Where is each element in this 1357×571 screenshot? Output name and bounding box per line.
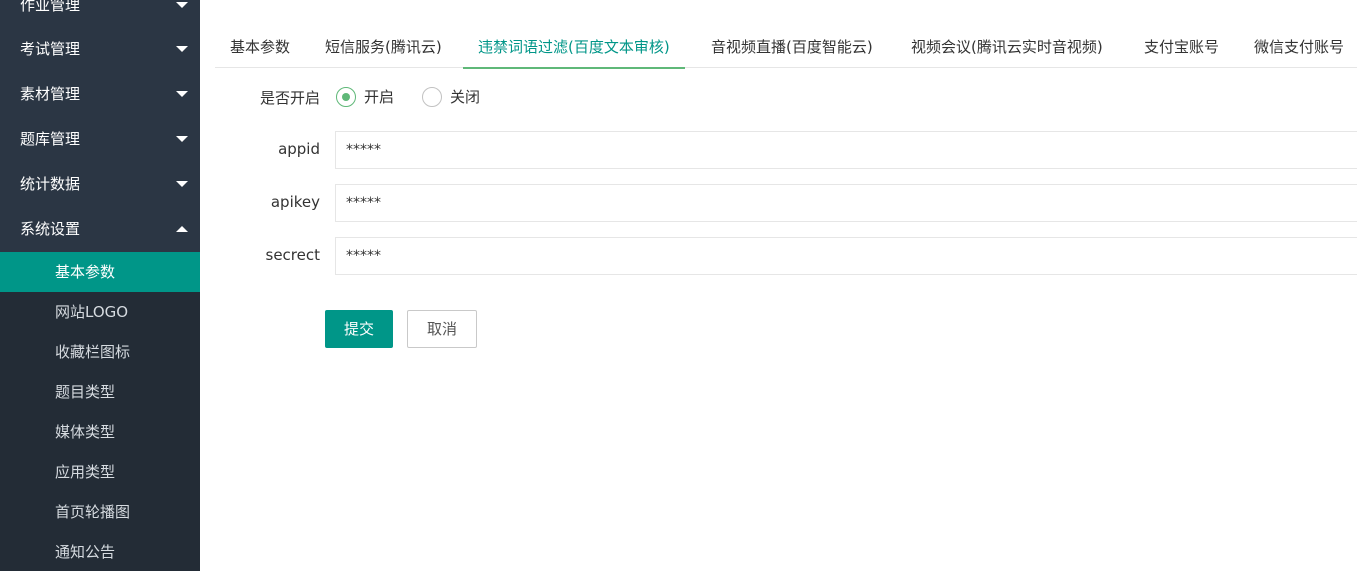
tab-wechat-pay-account[interactable]: 微信支付账号 <box>1254 28 1344 68</box>
form-row-appid: appid <box>215 131 1357 169</box>
chevron-down-icon <box>176 46 188 52</box>
enable-label: 是否开启 <box>259 89 320 107</box>
tab-video-conference[interactable]: 视频会议(腾讯云实时音视频) <box>911 28 1103 68</box>
sidebar-group-label: 考试管理 <box>20 40 81 58</box>
radio-enable-off-label: 关闭 <box>450 88 481 106</box>
tab-sms-service[interactable]: 短信服务(腾讯云) <box>325 28 442 68</box>
radio-enable-off[interactable]: 关闭 <box>422 86 480 107</box>
radio-unchecked-icon <box>422 86 442 107</box>
sidebar-group-label: 统计数据 <box>20 175 81 193</box>
radio-checked-icon <box>336 86 356 107</box>
secret-input[interactable] <box>335 237 1357 275</box>
sidebar-group-system-settings[interactable]: 系统设置 <box>0 207 200 252</box>
radio-enable-on[interactable]: 开启 <box>336 86 394 107</box>
radio-enable-on-label: 开启 <box>364 88 395 106</box>
apikey-label: apikey <box>270 193 320 211</box>
tab-basic-params[interactable]: 基本参数 <box>230 28 290 68</box>
sidebar-group-homework[interactable]: 作业管理 <box>0 0 200 28</box>
sidebar-item-home-carousel[interactable]: 首页轮播图 <box>0 492 200 532</box>
sidebar-item-announcements[interactable]: 通知公告 <box>0 532 200 571</box>
sidebar-item-basic-params[interactable]: 基本参数 <box>0 252 200 292</box>
tab-alipay-account[interactable]: 支付宝账号 <box>1144 28 1219 68</box>
sidebar-group-label: 素材管理 <box>20 85 81 103</box>
system-settings-submenu: 基本参数 网站LOGO 收藏栏图标 题目类型 媒体类型 应用类型 首页轮播图 通… <box>0 252 200 571</box>
sidebar-item-favicon[interactable]: 收藏栏图标 <box>0 332 200 372</box>
chevron-down-icon <box>176 2 188 8</box>
sidebar-group-label: 作业管理 <box>20 0 81 14</box>
tab-forbidden-words-filter[interactable]: 违禁词语过滤(百度文本审核) <box>463 28 685 69</box>
submit-button[interactable]: 提交 <box>325 310 393 348</box>
appid-label: appid <box>278 140 320 158</box>
cancel-button[interactable]: 取消 <box>407 310 477 348</box>
sidebar-item-media-types[interactable]: 媒体类型 <box>0 412 200 452</box>
sidebar-item-app-types[interactable]: 应用类型 <box>0 452 200 492</box>
sidebar-group-label: 系统设置 <box>20 220 81 238</box>
apikey-input[interactable] <box>335 184 1357 222</box>
secret-label: secrect <box>265 246 321 264</box>
appid-input[interactable] <box>335 131 1357 169</box>
sidebar-group-statistics[interactable]: 统计数据 <box>0 162 200 207</box>
sidebar: 作业管理 考试管理 素材管理 题库管理 统计数据 系统设置 基本参数 网站LOG… <box>0 0 200 571</box>
sidebar-group-exam[interactable]: 考试管理 <box>0 27 200 72</box>
chevron-down-icon <box>176 136 188 142</box>
chevron-up-icon <box>176 226 188 232</box>
sidebar-group-material[interactable]: 素材管理 <box>0 72 200 117</box>
form-row-apikey: apikey <box>215 184 1357 222</box>
sidebar-item-question-types[interactable]: 题目类型 <box>0 372 200 412</box>
sidebar-group-question-bank[interactable]: 题库管理 <box>0 117 200 162</box>
form-row-secret: secrect <box>215 237 1357 275</box>
settings-tabs: 基本参数 短信服务(腾讯云) 违禁词语过滤(百度文本审核) 音视频直播(百度智能… <box>215 28 1357 69</box>
sidebar-item-site-logo[interactable]: 网站LOGO <box>0 292 200 332</box>
chevron-down-icon <box>176 91 188 97</box>
sidebar-group-label: 题库管理 <box>20 130 81 148</box>
tab-live-streaming[interactable]: 音视频直播(百度智能云) <box>711 28 873 68</box>
chevron-down-icon <box>176 181 188 187</box>
form-row-enable: 是否开启 开启 关闭 <box>215 86 1357 110</box>
